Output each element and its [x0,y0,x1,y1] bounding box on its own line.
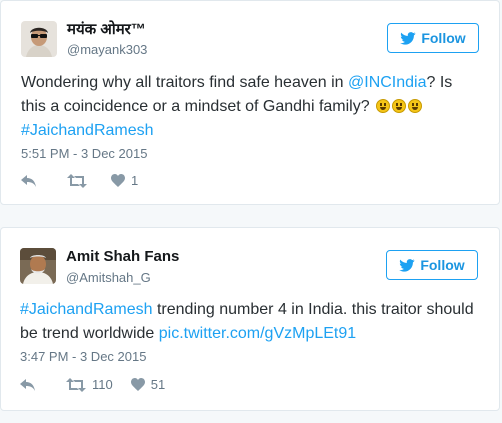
tweet-actions: 110 51 [20,377,165,392]
twitter-bird-icon [400,31,416,45]
follow-button[interactable]: Follow [387,23,479,53]
grinning-emoji-icon [408,99,423,113]
mention-link[interactable]: @INCIndia [348,74,427,91]
tweet-text-part: Wondering why all traitors find safe hea… [21,74,348,91]
retweet-button[interactable] [67,173,93,188]
display-name[interactable]: मयंक ओमर™ [67,21,146,39]
reply-icon [20,378,35,391]
timestamp[interactable]: 3:47 PM - 3 Dec 2015 [20,349,146,365]
follow-label: Follow [421,30,466,46]
avatar[interactable] [20,248,56,284]
user-handle[interactable]: @mayank303 [67,42,147,58]
tweet-card: मयंक ओमर™ @mayank303 Follow Wondering wh… [0,0,500,205]
retweet-icon [67,173,87,188]
reply-button[interactable] [20,378,36,392]
hashtag-link[interactable]: #JaichandRamesh [21,122,154,139]
like-button[interactable]: 51 [130,377,166,392]
grinning-emoji-icon [392,99,407,113]
tweet-text: #JaichandRamesh trending number 4 in Ind… [20,298,480,346]
user-handle[interactable]: @Amitshah_G [66,270,151,286]
follow-label: Follow [420,257,465,273]
tweet-text: Wondering why all traitors find safe hea… [21,71,481,143]
like-count: 1 [131,173,139,188]
tweet-actions: 1 [21,173,138,188]
retweet-count: 110 [92,377,113,392]
hashtag-link[interactable]: #JaichandRamesh [20,301,153,318]
reply-icon [21,174,36,187]
heart-icon [111,174,125,187]
avatar[interactable] [21,21,57,57]
twitter-bird-icon [399,258,415,272]
pic-link[interactable]: pic.twitter.com/gVzMpLEt91 [159,325,356,342]
like-button[interactable]: 1 [111,173,138,188]
timestamp[interactable]: 5:51 PM - 3 Dec 2015 [21,146,147,162]
like-count: 51 [150,377,166,392]
follow-button[interactable]: Follow [386,250,478,280]
reply-button[interactable] [21,174,37,188]
grinning-emoji-icon [376,99,391,113]
display-name[interactable]: Amit Shah Fans [66,248,179,266]
retweet-icon [66,377,86,392]
heart-icon [130,378,145,391]
retweet-button[interactable]: 110 [66,377,113,392]
